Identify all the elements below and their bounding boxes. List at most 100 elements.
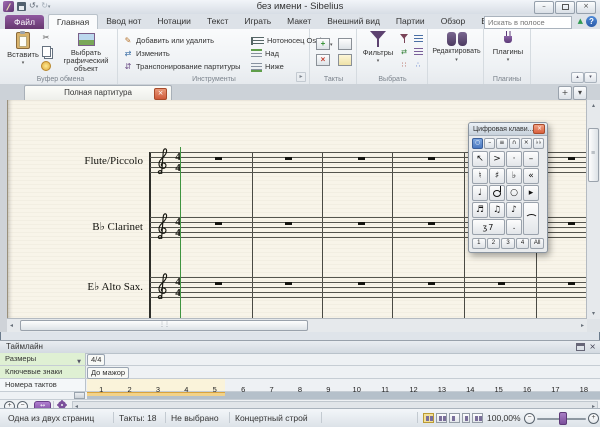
whole-rest[interactable] xyxy=(428,282,435,285)
view-single-page-icon[interactable] xyxy=(462,413,470,423)
accent-key[interactable]: > xyxy=(489,151,505,167)
ribbon-tab[interactable]: Текст xyxy=(199,14,236,29)
whole-rest[interactable] xyxy=(358,222,365,225)
half-note-key[interactable] xyxy=(489,185,505,201)
view-spread-icon[interactable] xyxy=(436,413,447,423)
whole-rest[interactable] xyxy=(215,282,222,285)
insert-bars-button[interactable] xyxy=(338,38,352,50)
keypad-layout-tab[interactable]: × xyxy=(521,138,532,149)
keypad-layout-tab[interactable]: ∩ xyxy=(509,138,520,149)
keypad-layout-tab[interactable]: – xyxy=(484,138,495,149)
select-staves-icon[interactable] xyxy=(412,46,424,57)
ribbon-tab[interactable]: Партии xyxy=(388,14,433,29)
view-horizontal-icon[interactable] xyxy=(472,413,483,423)
rhythm-dot-key[interactable]: . xyxy=(506,219,522,235)
voice-button[interactable]: 1 xyxy=(472,238,486,249)
whole-rest[interactable] xyxy=(568,282,575,285)
new-tab-button[interactable]: + xyxy=(558,86,572,100)
ribbon-tab[interactable]: Макет xyxy=(279,14,319,29)
zoom-in-button[interactable]: + xyxy=(588,413,599,424)
ribbon-tab[interactable]: Играть xyxy=(236,14,279,29)
filters-button[interactable]: Фильтры ▾ xyxy=(361,30,395,65)
paste-button[interactable]: Вставить ▾ xyxy=(8,30,38,67)
voice-button[interactable]: All xyxy=(530,238,544,249)
vertical-scrollbar[interactable]: ▴ ▾ xyxy=(586,100,600,319)
scroll-up-icon[interactable]: ▴ xyxy=(587,102,600,109)
whole-rest[interactable] xyxy=(428,222,435,225)
eighth-note-key[interactable]: ♪ xyxy=(506,202,522,218)
reselect-icon[interactable]: ⇄ xyxy=(398,46,410,57)
ossia-below-button[interactable]: Ниже xyxy=(251,61,284,72)
whole-rest[interactable] xyxy=(285,157,292,160)
sixteenth-note-key[interactable]: ♫ xyxy=(489,202,505,218)
row-label[interactable]: Номера тактов xyxy=(0,379,86,391)
pin-ribbon-icon[interactable]: ▲ xyxy=(578,17,583,25)
key-signature-chip[interactable]: До мажор xyxy=(87,367,129,379)
zoom-slider-thumb[interactable] xyxy=(559,412,567,425)
help-icon[interactable]: ? xyxy=(586,16,597,27)
staccato-key[interactable]: · xyxy=(506,151,522,167)
rest-key[interactable]: ʒ7 xyxy=(472,219,505,235)
dock-panel-icon[interactable] xyxy=(576,343,585,351)
instrument-label[interactable]: Flute/Piccolo xyxy=(23,155,143,167)
add-bar-button[interactable]: + xyxy=(316,38,330,50)
chevron-down-icon[interactable]: ▾ xyxy=(330,42,333,48)
row-label[interactable]: Размеры ▼ xyxy=(0,353,86,365)
scroll-left-icon[interactable]: ◂ xyxy=(10,322,13,329)
maximize-icon[interactable] xyxy=(555,1,575,14)
whole-rest[interactable] xyxy=(498,282,505,285)
delete-bar-button[interactable]: × xyxy=(316,54,330,66)
whole-rest[interactable] xyxy=(358,282,365,285)
whole-rest[interactable] xyxy=(285,222,292,225)
document-tab[interactable]: Полная партитура × xyxy=(24,85,172,101)
thirtysecond-note-key[interactable]: ♬ xyxy=(472,202,488,218)
close-icon[interactable]: × xyxy=(576,1,596,14)
bar-count[interactable]: Такты: 18 xyxy=(119,413,157,423)
quarter-note-key[interactable]: ♩ xyxy=(472,185,488,201)
ribbon-options-icon[interactable]: ▾ xyxy=(584,72,597,83)
sharp-key[interactable]: ♯ xyxy=(489,168,505,184)
ribbon-tab[interactable]: Ввод нот xyxy=(98,14,149,29)
grace-note-key[interactable]: « xyxy=(523,168,539,184)
time-signature-chip[interactable]: 4/4 xyxy=(87,354,105,366)
view-panorama-icon[interactable] xyxy=(423,413,434,423)
plugins-button[interactable]: Плагины ▾ xyxy=(488,30,528,64)
minimize-icon[interactable]: – xyxy=(534,1,554,14)
whole-rest[interactable] xyxy=(215,157,222,160)
scroll-down-icon[interactable]: ▾ xyxy=(587,310,600,317)
timeline-track[interactable] xyxy=(87,392,600,399)
cut-icon[interactable]: ✂ xyxy=(40,32,52,43)
natural-key[interactable]: ♮ xyxy=(472,168,488,184)
close-icon[interactable]: × xyxy=(533,124,545,134)
instrument-label[interactable]: E♭ Alto Sax. xyxy=(23,280,143,293)
tenuto-key[interactable]: – xyxy=(523,151,539,167)
horizontal-scrollbar[interactable]: ◂ ▸ xyxy=(7,318,587,332)
filter-edit-icon[interactable] xyxy=(398,33,410,44)
whole-rest[interactable] xyxy=(428,157,435,160)
tab-file[interactable]: Файл xyxy=(5,15,44,29)
ribbon-tab[interactable]: Нотации xyxy=(149,14,199,29)
horizontal-scroll-thumb[interactable] xyxy=(20,320,308,331)
scroll-right-icon[interactable]: ▸ xyxy=(581,322,584,329)
select-graphic-button[interactable]: Выбрать графический объект xyxy=(56,30,116,73)
voice-button[interactable]: 4 xyxy=(516,238,530,249)
staff-alto-sax[interactable]: 44 xyxy=(150,277,600,298)
change-instrument-button[interactable]: ⇄ Изменить xyxy=(123,48,170,59)
select-bars-icon[interactable] xyxy=(412,33,424,44)
edit-button[interactable]: Редактировать ▾ xyxy=(429,30,484,64)
highlight-icon[interactable] xyxy=(40,60,52,71)
timeline-grip[interactable] xyxy=(74,392,85,399)
ribbon-tab[interactable]: Внешний вид xyxy=(319,14,388,29)
ribbon-collapse-icon[interactable]: ▴ xyxy=(571,72,584,83)
view-two-pages-icon[interactable] xyxy=(449,413,460,423)
keypad-title-bar[interactable]: Цифровая клави... × xyxy=(469,123,547,136)
concert-pitch-status[interactable]: Концертный строй xyxy=(235,413,308,423)
instrument-label[interactable]: B♭ Clarinet xyxy=(23,220,143,233)
timeline-page-marker[interactable] xyxy=(87,392,225,396)
page-indicator[interactable]: Одна из двух страниц xyxy=(8,413,94,423)
ossia-above-button[interactable]: Над xyxy=(251,48,279,59)
add-remove-instruments-button[interactable]: ✎ Добавить или удалить xyxy=(123,35,214,46)
keypad-layout-tab[interactable]: ○ xyxy=(472,138,483,149)
selection-status[interactable]: Не выбрано xyxy=(171,413,219,423)
search-input[interactable] xyxy=(484,16,572,29)
